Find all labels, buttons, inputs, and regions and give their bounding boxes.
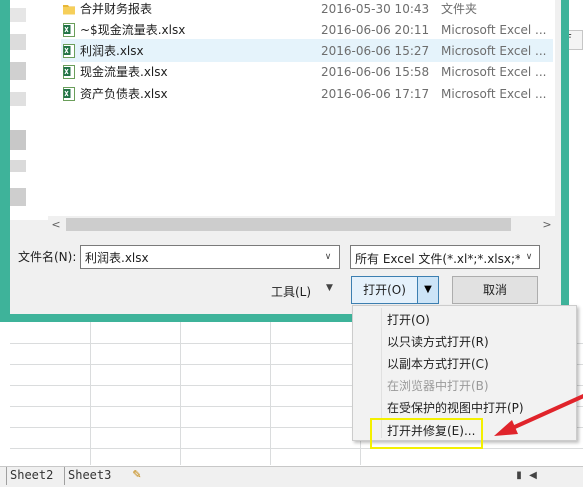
file-name: 现金流量表.xlsx [80,65,168,79]
open-file-dialog: 合并财务报表 2016-05-30 10:43 文件夹 ~$现金流量表.xlsx… [0,0,569,322]
file-type: Microsoft Excel ... [441,22,547,37]
sheet-tab-sheet2[interactable]: Sheet2 [6,467,56,485]
cancel-button[interactable]: 取消 [452,276,538,304]
file-date: 2016-05-30 10:43 [321,1,430,16]
tools-dropdown-icon[interactable]: ▼ [326,283,333,293]
tools-button[interactable]: 工具(L) [271,283,311,300]
file-date: 2016-06-06 17:17 [321,86,430,101]
scroll-right-arrow[interactable]: > [539,217,555,232]
file-type: Microsoft Excel ... [441,86,547,101]
excel-file-icon [63,43,75,58]
file-name: ~$现金流量表.xlsx [80,23,186,37]
file-name: 利润表.xlsx [80,44,144,58]
highlight-box [370,418,483,449]
nav-item[interactable] [10,130,26,150]
menu-item-open-as-copy[interactable]: 以副本方式打开(C) [387,353,489,375]
nav-item[interactable] [10,160,26,172]
column-gridline [180,322,181,465]
nav-item[interactable] [10,188,26,206]
file-type: Microsoft Excel ... [441,43,547,58]
menu-item-open-read-only[interactable]: 以只读方式打开(R) [387,331,489,353]
file-row[interactable]: 合并财务报表 2016-05-30 10:43 文件夹 [62,0,552,19]
new-sheet-icon[interactable]: ✎ [128,468,146,484]
column-gridline [90,322,91,465]
excel-file-icon [63,22,75,37]
file-row[interactable]: ~$现金流量表.xlsx 2016-06-06 20:11 Microsoft … [62,19,552,40]
sheet-tab-sheet3[interactable]: Sheet3 [64,467,114,485]
red-arrow-annotation [494,394,583,436]
tab-scroll-controls: ▮ ◀ [512,468,572,485]
open-button[interactable]: 打开(O) [352,277,418,303]
sheet-tabs-bar: Sheet2 Sheet3 ✎ ▮ ◀ [0,466,583,487]
open-split-button[interactable]: 打开(O) ▼ [351,276,439,304]
file-date: 2016-06-06 15:58 [321,64,430,79]
column-gridline [270,322,271,465]
menu-item-open[interactable]: 打开(O) [387,309,430,331]
file-date: 2016-06-06 15:27 [321,43,430,58]
nav-item[interactable] [10,8,26,22]
file-name: 合并财务报表 [80,2,153,16]
filename-label: 文件名(N): [18,250,77,264]
excel-file-icon [63,86,75,101]
horizontal-scrollbar[interactable]: < > [48,216,555,233]
dialog-frame [0,0,10,322]
file-row[interactable]: 资产负债表.xlsx 2016-06-06 17:17 Microsoft Ex… [62,83,552,104]
folder-icon [63,4,75,14]
tab-scroll-left-icon[interactable]: ▮ [512,468,526,484]
file-name: 资产负债表.xlsx [80,87,168,101]
file-type-filter-value: 所有 Excel 文件(*.xl*;*.xlsx;*.xl [355,252,520,266]
chevron-down-icon[interactable]: ∨ [519,246,539,268]
tab-prev-icon[interactable]: ◀ [526,468,540,484]
file-row[interactable]: 现金流量表.xlsx 2016-06-06 15:58 Microsoft Ex… [62,61,552,82]
file-row-selected[interactable]: 利润表.xlsx 2016-06-06 15:27 Microsoft Exce… [61,39,553,62]
nav-item[interactable] [10,92,26,106]
file-type-filter[interactable]: 所有 Excel 文件(*.xl*;*.xlsx;*.xl ∨ [350,245,540,269]
menu-item-open-in-browser: 在浏览器中打开(B) [387,379,489,393]
chevron-down-icon[interactable]: ∨ [317,246,339,268]
open-dropdown-arrow-icon[interactable]: ▼ [418,277,438,303]
file-date: 2016-06-06 20:11 [321,22,430,37]
row-gridline [10,448,583,449]
file-list: 合并财务报表 2016-05-30 10:43 文件夹 ~$现金流量表.xlsx… [48,0,555,216]
file-type: Microsoft Excel ... [441,64,547,79]
nav-item[interactable] [10,34,26,50]
navigation-pane[interactable] [10,0,48,220]
nav-item[interactable] [10,62,26,80]
excel-file-icon [63,64,75,79]
filename-combobox[interactable]: ∨ [80,245,340,269]
scroll-left-arrow[interactable]: < [48,217,64,232]
file-type: 文件夹 [441,2,478,16]
scrollbar-thumb[interactable] [66,218,511,231]
filename-input[interactable] [81,246,317,268]
